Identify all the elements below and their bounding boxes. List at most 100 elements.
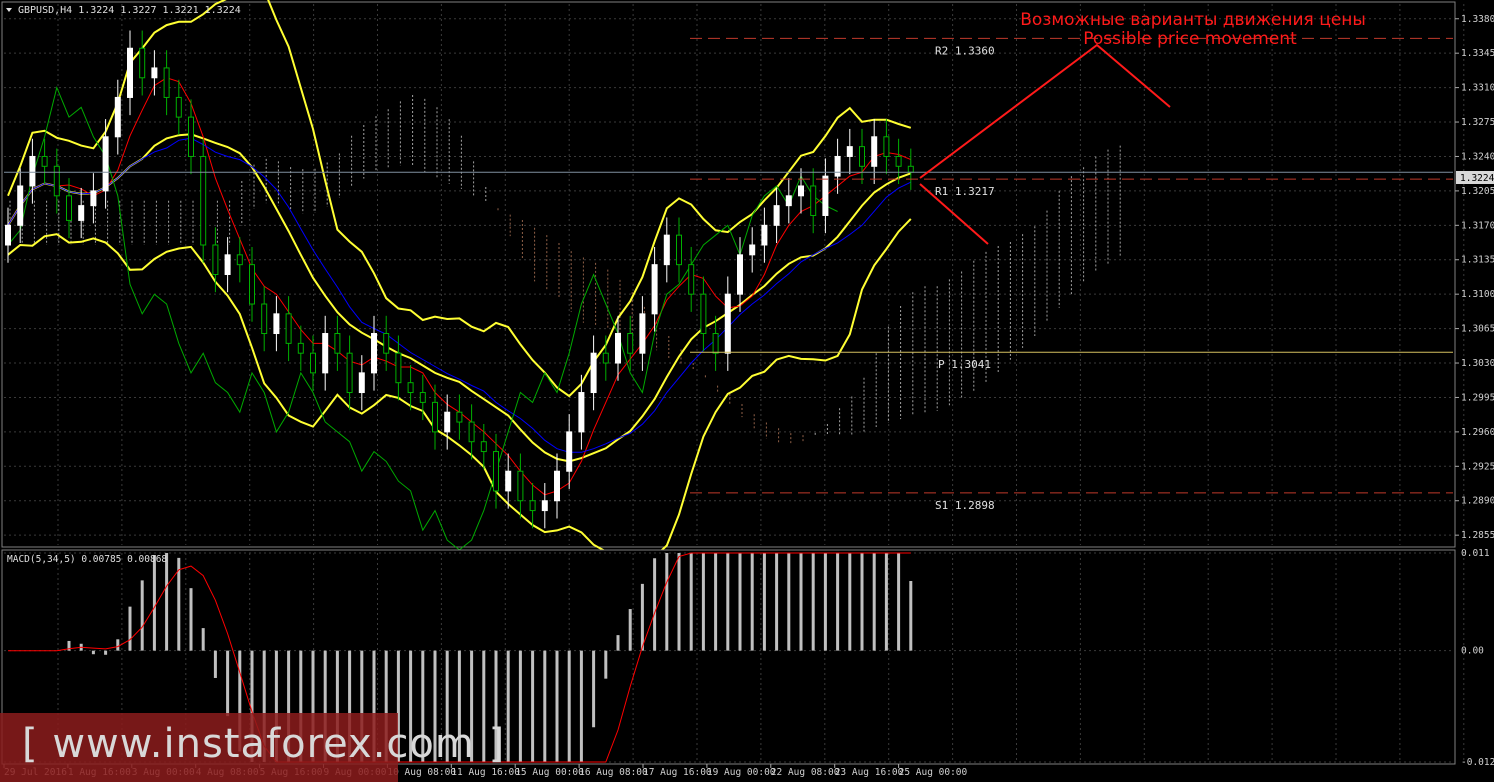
y-tick-label: 1.2960 xyxy=(1461,427,1494,438)
candle-body xyxy=(566,431,573,472)
candle-body xyxy=(212,244,219,275)
candle-body xyxy=(456,411,463,423)
candle-body xyxy=(785,195,792,207)
candle-body xyxy=(493,451,499,492)
candle-body xyxy=(627,333,634,354)
macd-tick-label: 0.011 xyxy=(1461,548,1490,559)
y-tick-label: 1.3100 xyxy=(1461,289,1494,300)
candle-body xyxy=(480,441,487,453)
y-tick-label: 1.3345 xyxy=(1461,48,1494,59)
price-pane xyxy=(1,1,1456,548)
candle-body xyxy=(712,333,719,354)
candle-body xyxy=(29,155,36,187)
candle-body xyxy=(846,146,853,157)
y-tick-label: 1.3135 xyxy=(1461,255,1494,266)
candle-body xyxy=(163,67,170,98)
candle-body xyxy=(907,165,914,173)
candle-body xyxy=(724,293,731,354)
x-tick-label: 19 Aug 00:00 xyxy=(707,767,776,778)
y-tick-label: 1.2925 xyxy=(1461,461,1494,472)
y-tick-label: 1.3065 xyxy=(1461,324,1494,335)
candle-body xyxy=(419,392,426,403)
candle-body xyxy=(151,67,158,79)
candle-body xyxy=(90,190,97,207)
level-label-R2: R2 1.3360 xyxy=(935,44,995,57)
candle-body xyxy=(17,185,24,226)
candle-body xyxy=(175,96,182,118)
y-tick-label: 1.2855 xyxy=(1461,530,1494,541)
candle-body xyxy=(249,264,255,305)
candle-body xyxy=(663,234,670,266)
candle-body xyxy=(358,372,365,394)
level-label-P: P 1.3041 xyxy=(938,358,991,371)
x-tick-label: 22 Aug 08:00 xyxy=(771,767,840,778)
candle-body xyxy=(53,165,60,197)
candle-body xyxy=(371,333,377,374)
macd-tick-label: -0.01254 xyxy=(1461,757,1494,768)
candle-body xyxy=(310,352,316,374)
candle-body xyxy=(700,293,707,335)
candle-body xyxy=(200,155,207,246)
candle-body xyxy=(395,352,402,384)
y-tick-label: 1.2890 xyxy=(1461,496,1494,507)
candle-body xyxy=(602,352,609,364)
candle-body xyxy=(5,224,11,246)
annotation-en: Possible price movement xyxy=(1083,29,1297,49)
candle-body xyxy=(798,185,804,197)
candle-body xyxy=(773,205,780,226)
y-tick-label: 1.3240 xyxy=(1461,151,1494,162)
y-tick-label: 1.3310 xyxy=(1461,83,1494,94)
x-tick-label: 25 Aug 00:00 xyxy=(899,767,968,778)
y-tick-label: 1.2995 xyxy=(1461,392,1494,403)
current-price-label: 1.3224 xyxy=(1460,173,1494,184)
y-tick-label: 1.3030 xyxy=(1461,358,1494,369)
y-tick-label: 1.3275 xyxy=(1461,117,1494,128)
watermark-text: [ www.instaforex.com ] xyxy=(22,721,506,767)
candle-body xyxy=(590,352,597,394)
y-tick-label: 1.3205 xyxy=(1461,186,1494,197)
candle-body xyxy=(273,313,280,335)
candle-body xyxy=(895,155,902,167)
candle-body xyxy=(859,146,865,167)
candle-body xyxy=(444,411,451,433)
candle-body xyxy=(41,155,48,167)
candle-body xyxy=(236,254,243,266)
candle-body xyxy=(578,392,585,433)
candle-body xyxy=(517,470,524,502)
candle-body xyxy=(822,175,829,216)
candle-body xyxy=(407,382,414,394)
candle-body xyxy=(261,303,268,335)
candle-body xyxy=(554,470,560,502)
candle-body xyxy=(334,333,341,354)
candle-body xyxy=(505,470,512,492)
candle-body xyxy=(676,234,682,266)
candle-body xyxy=(66,195,72,221)
macd-tick-label: 0.00 xyxy=(1461,646,1484,657)
x-tick-label: 23 Aug 16:00 xyxy=(835,767,904,778)
candle-body xyxy=(615,333,621,364)
candle-body xyxy=(810,185,817,216)
candle-body xyxy=(78,205,85,221)
annotation-ru: Возможные варианты движения цены xyxy=(1020,10,1366,30)
candle-body xyxy=(737,254,743,295)
candle-body xyxy=(749,244,756,256)
candle-body xyxy=(188,116,194,157)
candle-body xyxy=(871,136,878,167)
watermark-banner: [ www.instaforex.com ] xyxy=(0,713,504,782)
candle-body xyxy=(834,155,841,177)
level-label-S1: S1 1.2898 xyxy=(935,499,995,512)
x-tick-label: 16 Aug 08:00 xyxy=(579,767,648,778)
candle-body xyxy=(651,264,658,315)
candle-body xyxy=(322,333,329,374)
candle-body xyxy=(346,352,353,394)
candle-body xyxy=(761,224,768,246)
x-tick-label: 17 Aug 16:00 xyxy=(643,767,712,778)
y-tick-label: 1.3380 xyxy=(1461,14,1494,25)
x-tick-label: 11 Aug 16:00 xyxy=(451,767,520,778)
candle-body xyxy=(285,313,292,344)
candle-body xyxy=(383,333,390,354)
candle-body xyxy=(114,96,121,138)
candle-body xyxy=(639,313,646,354)
candle-body xyxy=(468,421,475,443)
candle-body xyxy=(139,47,146,79)
